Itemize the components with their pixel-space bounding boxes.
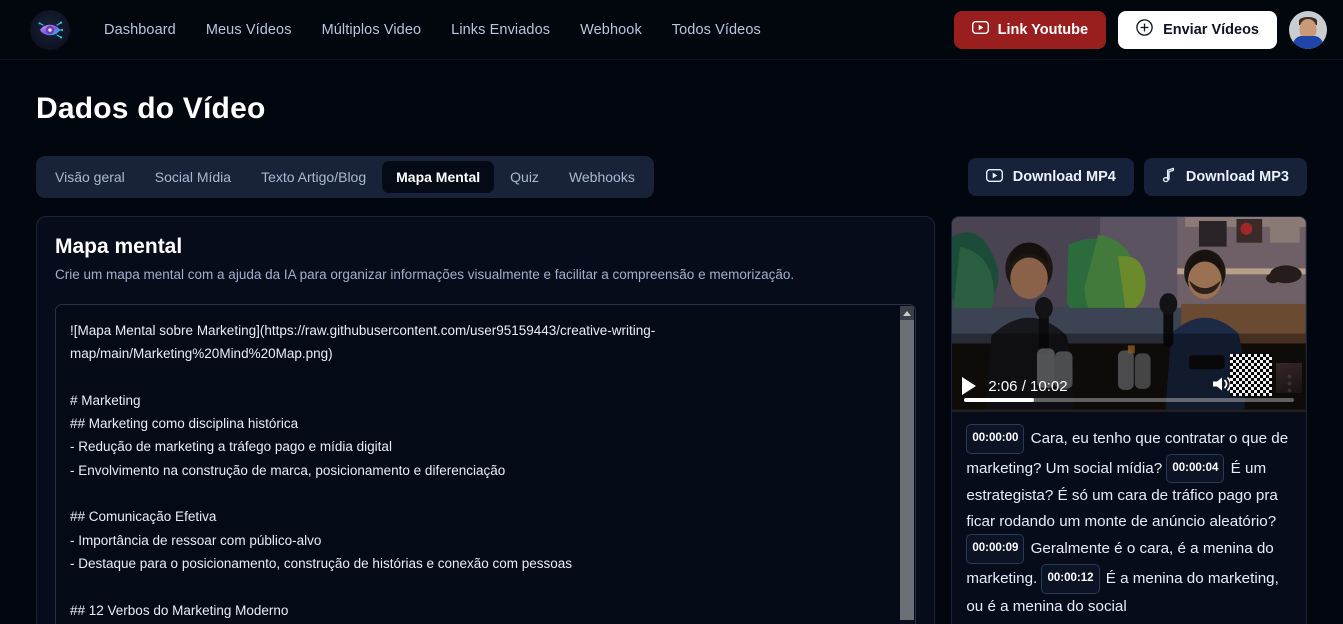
top-navbar: Dashboard Meus Vídeos Múltiplos Video Li… — [0, 0, 1343, 60]
eye-logo-icon[interactable] — [30, 9, 70, 50]
navbar-actions: Link Youtube Enviar Vídeos — [953, 10, 1327, 49]
nav-link-meus-videos[interactable]: Meus Vídeos — [206, 22, 292, 38]
tab-mapa-mental[interactable]: Mapa Mental — [382, 161, 495, 193]
enviar-videos-button[interactable]: Enviar Vídeos — [1118, 10, 1277, 49]
page-container: Dados do Vídeo Visão geral Social Mídia … — [0, 92, 1343, 624]
mapa-mental-textarea[interactable]: ![Mapa Mental sobre Marketing](https://r… — [55, 304, 917, 624]
video-progress-bar[interactable] — [964, 398, 1294, 402]
plus-circle-icon — [1136, 19, 1153, 40]
mapa-mental-textarea-value[interactable]: ![Mapa Mental sobre Marketing](https://r… — [56, 305, 915, 624]
tab-bar: Visão geral Social Mídia Texto Artigo/Bl… — [36, 156, 654, 198]
transcript-timestamp[interactable]: 00:00:04 — [1166, 453, 1225, 484]
tab-webhooks[interactable]: Webhooks — [555, 161, 649, 193]
qr-code-overlay — [1230, 354, 1272, 396]
nav-link-links-enviados[interactable]: Links Enviados — [451, 22, 550, 38]
music-note-icon — [1162, 167, 1176, 187]
transcript-timestamp[interactable]: 00:00:09 — [966, 534, 1025, 564]
content-area: Mapa mental Crie um mapa mental com a aj… — [36, 216, 1307, 624]
textarea-scrollbar[interactable] — [900, 306, 915, 624]
nav-link-todos-videos[interactable]: Todos Vídeos — [672, 22, 761, 38]
video-icon — [985, 168, 1003, 186]
card-title: Mapa mental — [55, 235, 183, 258]
card-subtitle: Crie um mapa mental com a ajuda da IA pa… — [55, 267, 795, 282]
tab-quiz[interactable]: Quiz — [496, 161, 553, 193]
enviar-videos-label: Enviar Vídeos — [1163, 21, 1259, 38]
nav-link-webhook[interactable]: Webhook — [580, 22, 642, 38]
youtube-play-icon — [971, 20, 989, 38]
video-side-panel: 2:06 / 10:02 00:00:00 Cara, eu tenho que… — [951, 216, 1307, 624]
tab-visao-geral[interactable]: Visão geral — [41, 161, 139, 193]
tab-texto-artigo-blog[interactable]: Texto Artigo/Blog — [247, 161, 380, 193]
avatar-body — [1293, 35, 1323, 49]
mapa-mental-card: Mapa mental Crie um mapa mental com a aj… — [36, 216, 936, 624]
time-display: 2:06 / 10:02 — [988, 377, 1068, 395]
transcript-timestamp[interactable]: 00:00:12 — [1041, 563, 1100, 594]
nav-link-dashboard[interactable]: Dashboard — [104, 22, 176, 38]
tabs-row: Visão geral Social Mídia Texto Artigo/Bl… — [36, 156, 1307, 198]
play-icon[interactable] — [962, 377, 977, 395]
video-player[interactable]: 2:06 / 10:02 — [952, 217, 1306, 412]
download-buttons: Download MP4 Download MP3 — [967, 158, 1307, 196]
nav-link-multiplos-video[interactable]: Múltiplos Video — [322, 22, 422, 38]
download-mp4-button[interactable]: Download MP4 — [967, 158, 1134, 196]
transcript-panel[interactable]: 00:00:00 Cara, eu tenho que contratar o … — [952, 412, 1306, 624]
scroll-up-arrow-icon[interactable] — [900, 306, 915, 320]
tab-social-midia[interactable]: Social Mídia — [141, 161, 245, 193]
nav-links: Dashboard Meus Vídeos Múltiplos Video Li… — [104, 22, 761, 38]
transcript-timestamp[interactable]: 00:00:00 — [966, 424, 1025, 454]
page-title: Dados do Vídeo — [36, 92, 266, 125]
scrollbar-thumb[interactable] — [900, 320, 915, 620]
download-mp3-label: Download MP3 — [1185, 169, 1289, 185]
link-youtube-button[interactable]: Link Youtube — [953, 10, 1107, 49]
avatar[interactable] — [1289, 10, 1327, 49]
video-progress-fill — [964, 398, 1034, 402]
download-mp3-button[interactable]: Download MP3 — [1143, 158, 1307, 196]
download-mp4-label: Download MP4 — [1012, 169, 1116, 185]
qr-side-thumb — [1276, 363, 1302, 393]
link-youtube-label: Link Youtube — [997, 21, 1089, 38]
